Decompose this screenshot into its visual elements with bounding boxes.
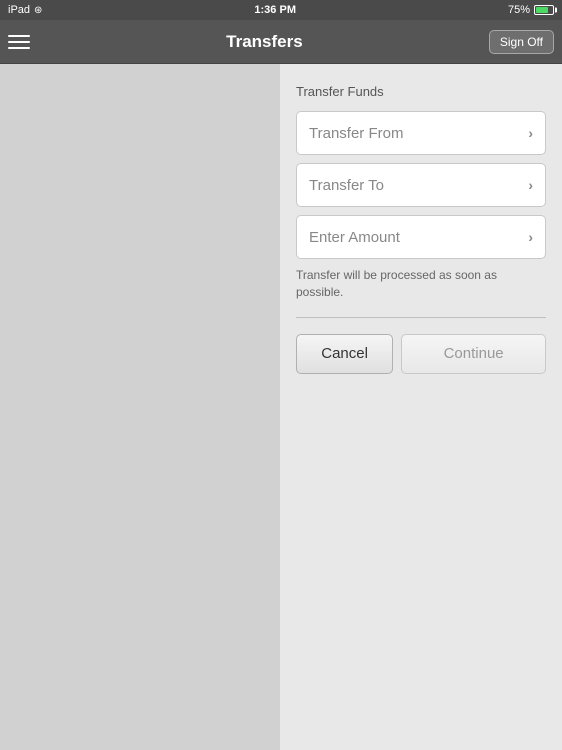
nav-bar: Transfers Sign Off (0, 20, 562, 64)
status-left: iPad ⊛ (8, 4, 42, 16)
right-panel: Transfer Funds Transfer From › Transfer … (280, 64, 562, 750)
transfer-to-chevron-icon: › (528, 177, 533, 193)
device-label: iPad (8, 4, 30, 16)
info-text: Transfer will be processed as soon as po… (296, 267, 546, 301)
left-panel (0, 64, 280, 750)
divider (296, 317, 546, 318)
transfer-from-chevron-icon: › (528, 125, 533, 141)
transfer-from-row[interactable]: Transfer From › (296, 111, 546, 155)
enter-amount-chevron-icon: › (528, 229, 533, 245)
status-right: 75% (508, 4, 554, 16)
enter-amount-row[interactable]: Enter Amount › (296, 215, 546, 259)
wifi-icon: ⊛ (34, 5, 42, 16)
main-layout: Transfer Funds Transfer From › Transfer … (0, 64, 562, 750)
transfer-to-row[interactable]: Transfer To › (296, 163, 546, 207)
status-time: 1:36 PM (254, 4, 296, 16)
transfer-to-label: Transfer To (309, 177, 384, 194)
status-bar: iPad ⊛ 1:36 PM 75% (0, 0, 562, 20)
battery-fill (536, 7, 548, 13)
action-buttons: Cancel Continue (296, 334, 546, 374)
menu-button[interactable] (8, 26, 40, 58)
battery-container (534, 5, 554, 15)
continue-button[interactable]: Continue (401, 334, 546, 374)
battery-percent-label: 75% (508, 4, 530, 16)
page-title: Transfers (40, 32, 489, 52)
enter-amount-label: Enter Amount (309, 229, 400, 246)
menu-line-1 (8, 35, 30, 37)
cancel-button[interactable]: Cancel (296, 334, 393, 374)
section-title: Transfer Funds (296, 84, 546, 99)
menu-line-3 (8, 47, 30, 49)
battery-icon (534, 5, 554, 15)
transfer-from-label: Transfer From (309, 125, 403, 142)
sign-off-button[interactable]: Sign Off (489, 30, 554, 54)
menu-line-2 (8, 41, 30, 43)
